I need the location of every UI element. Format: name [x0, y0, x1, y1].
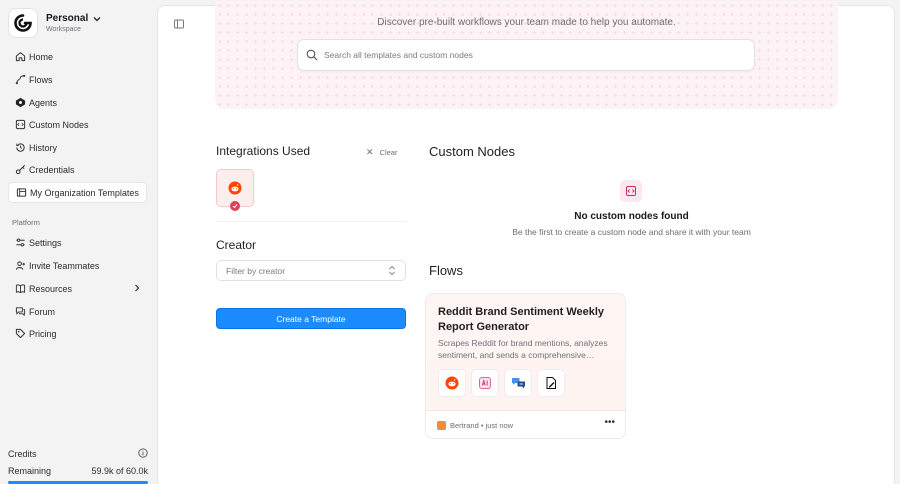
card-title: Reddit Brand Sentiment Weekly Report Gen… — [438, 306, 605, 333]
sidebar-item-pricing[interactable]: Pricing — [8, 323, 147, 344]
sidebar-item-home[interactable]: Home — [8, 46, 147, 67]
hero-text: Discover pre-built workflows your team m… — [377, 17, 676, 28]
credits-panel: Credits Remaining 59.9k of 60.0k — [8, 448, 148, 484]
sidebar-item-flows[interactable]: Flows — [8, 69, 147, 90]
selected-check-icon — [230, 201, 240, 211]
author-avatar — [437, 421, 446, 430]
chevron-up-down-icon — [389, 265, 395, 276]
more-options-icon[interactable]: ••• — [604, 417, 615, 428]
sidebar-item-label: History — [29, 142, 58, 153]
remaining-label: Remaining — [8, 466, 52, 476]
close-icon: ✕ — [366, 147, 374, 157]
card-footer: Bertrand • just now ••• — [426, 410, 625, 438]
sidebar-item-label: My Organization Templates — [30, 187, 139, 198]
sidebar-item-label: Flows — [29, 74, 53, 85]
clear-label: Clear — [379, 148, 398, 157]
workspace-switcher[interactable]: Personal Workspace — [8, 8, 101, 38]
chat-translate-icon — [504, 369, 532, 397]
sidebar-item-my-organization-templates[interactable]: My Organization Templates — [8, 182, 147, 203]
main-panel: Discover pre-built workflows your team m… — [157, 1, 895, 484]
flows-icon — [14, 74, 26, 86]
sidebar-item-label: Agents — [29, 97, 58, 108]
tag-icon — [14, 328, 26, 340]
empty-state-title: No custom nodes found — [574, 211, 689, 222]
remaining-value: 59.9k of 60.0k — [91, 466, 148, 476]
sidebar-item-label: Resources — [29, 283, 73, 294]
sidebar-item-invite-teammates[interactable]: Invite Teammates — [8, 255, 147, 276]
sidebar-toggle-icon[interactable] — [173, 18, 185, 30]
platform-section-label: Platform — [12, 218, 40, 227]
sidebar-item-label: Home — [29, 51, 54, 62]
sidebar-item-resources[interactable]: Resources — [8, 278, 147, 299]
code-block-icon — [620, 180, 642, 202]
book-icon — [14, 283, 26, 295]
create-template-button[interactable]: Create a Template — [216, 308, 406, 329]
search-icon — [306, 49, 318, 61]
custom-nodes-heading: Custom Nodes — [429, 144, 515, 159]
invite-icon — [14, 260, 26, 272]
sidebar-item-label: Settings — [29, 237, 62, 248]
workspace-name: Personal — [46, 13, 89, 24]
clear-filters-button[interactable]: ✕ Clear — [366, 147, 397, 158]
sidebar-item-label: Custom Nodes — [29, 119, 89, 130]
sidebar-item-label: Forum — [29, 306, 56, 317]
reddit-icon — [438, 369, 466, 397]
creator-heading: Creator — [216, 238, 257, 252]
sidebar-item-agents[interactable]: Agents — [8, 92, 147, 113]
creator-filter-placeholder: Filter by creator — [226, 265, 286, 276]
integrations-used-heading: Integrations Used — [216, 144, 311, 158]
history-icon — [14, 142, 26, 154]
custom-nodes-icon — [14, 119, 26, 131]
card-description: Scrapes Reddit for brand mentions, analy… — [438, 338, 608, 360]
hero-banner: Discover pre-built workflows your team m… — [215, 1, 838, 109]
sidebar: Personal Workspace Home Flows Agents Cus… — [0, 0, 157, 484]
reddit-icon — [228, 181, 242, 195]
sidebar-item-history[interactable]: History — [8, 137, 147, 158]
sidebar-item-forum[interactable]: Forum — [8, 301, 147, 322]
ai-icon — [471, 369, 499, 397]
sidebar-item-custom-nodes[interactable]: Custom Nodes — [8, 114, 147, 135]
forum-icon — [14, 306, 26, 318]
workspace-subtitle: Workspace — [46, 26, 81, 33]
chevron-down-icon — [93, 16, 101, 21]
divider — [216, 221, 406, 222]
sidebar-item-label: Pricing — [29, 328, 57, 339]
sidebar-item-label: Credentials — [29, 164, 75, 175]
creator-filter-select[interactable]: Filter by creator — [216, 260, 406, 281]
app-logo-icon — [8, 8, 38, 38]
sidebar-item-settings[interactable]: Settings — [8, 232, 147, 253]
empty-state-subtitle: Be the first to create a custom node and… — [512, 227, 751, 237]
chevron-right-icon — [135, 284, 140, 292]
info-icon[interactable] — [138, 448, 148, 460]
sidebar-item-credentials[interactable]: Credentials — [8, 159, 147, 180]
templates-icon — [15, 187, 27, 199]
flow-template-card[interactable]: Reddit Brand Sentiment Weekly Report Gen… — [425, 293, 626, 439]
search-bar[interactable] — [297, 39, 755, 71]
home-icon — [14, 51, 26, 63]
credits-label: Credits — [8, 449, 37, 459]
settings-icon — [14, 237, 26, 249]
file-write-icon — [537, 369, 565, 397]
search-input[interactable] — [324, 50, 724, 60]
sidebar-item-label: Invite Teammates — [29, 260, 100, 271]
card-author: Bertrand • just now — [450, 421, 514, 430]
key-icon — [14, 164, 26, 176]
flows-heading: Flows — [429, 263, 463, 278]
agents-icon — [14, 97, 26, 109]
